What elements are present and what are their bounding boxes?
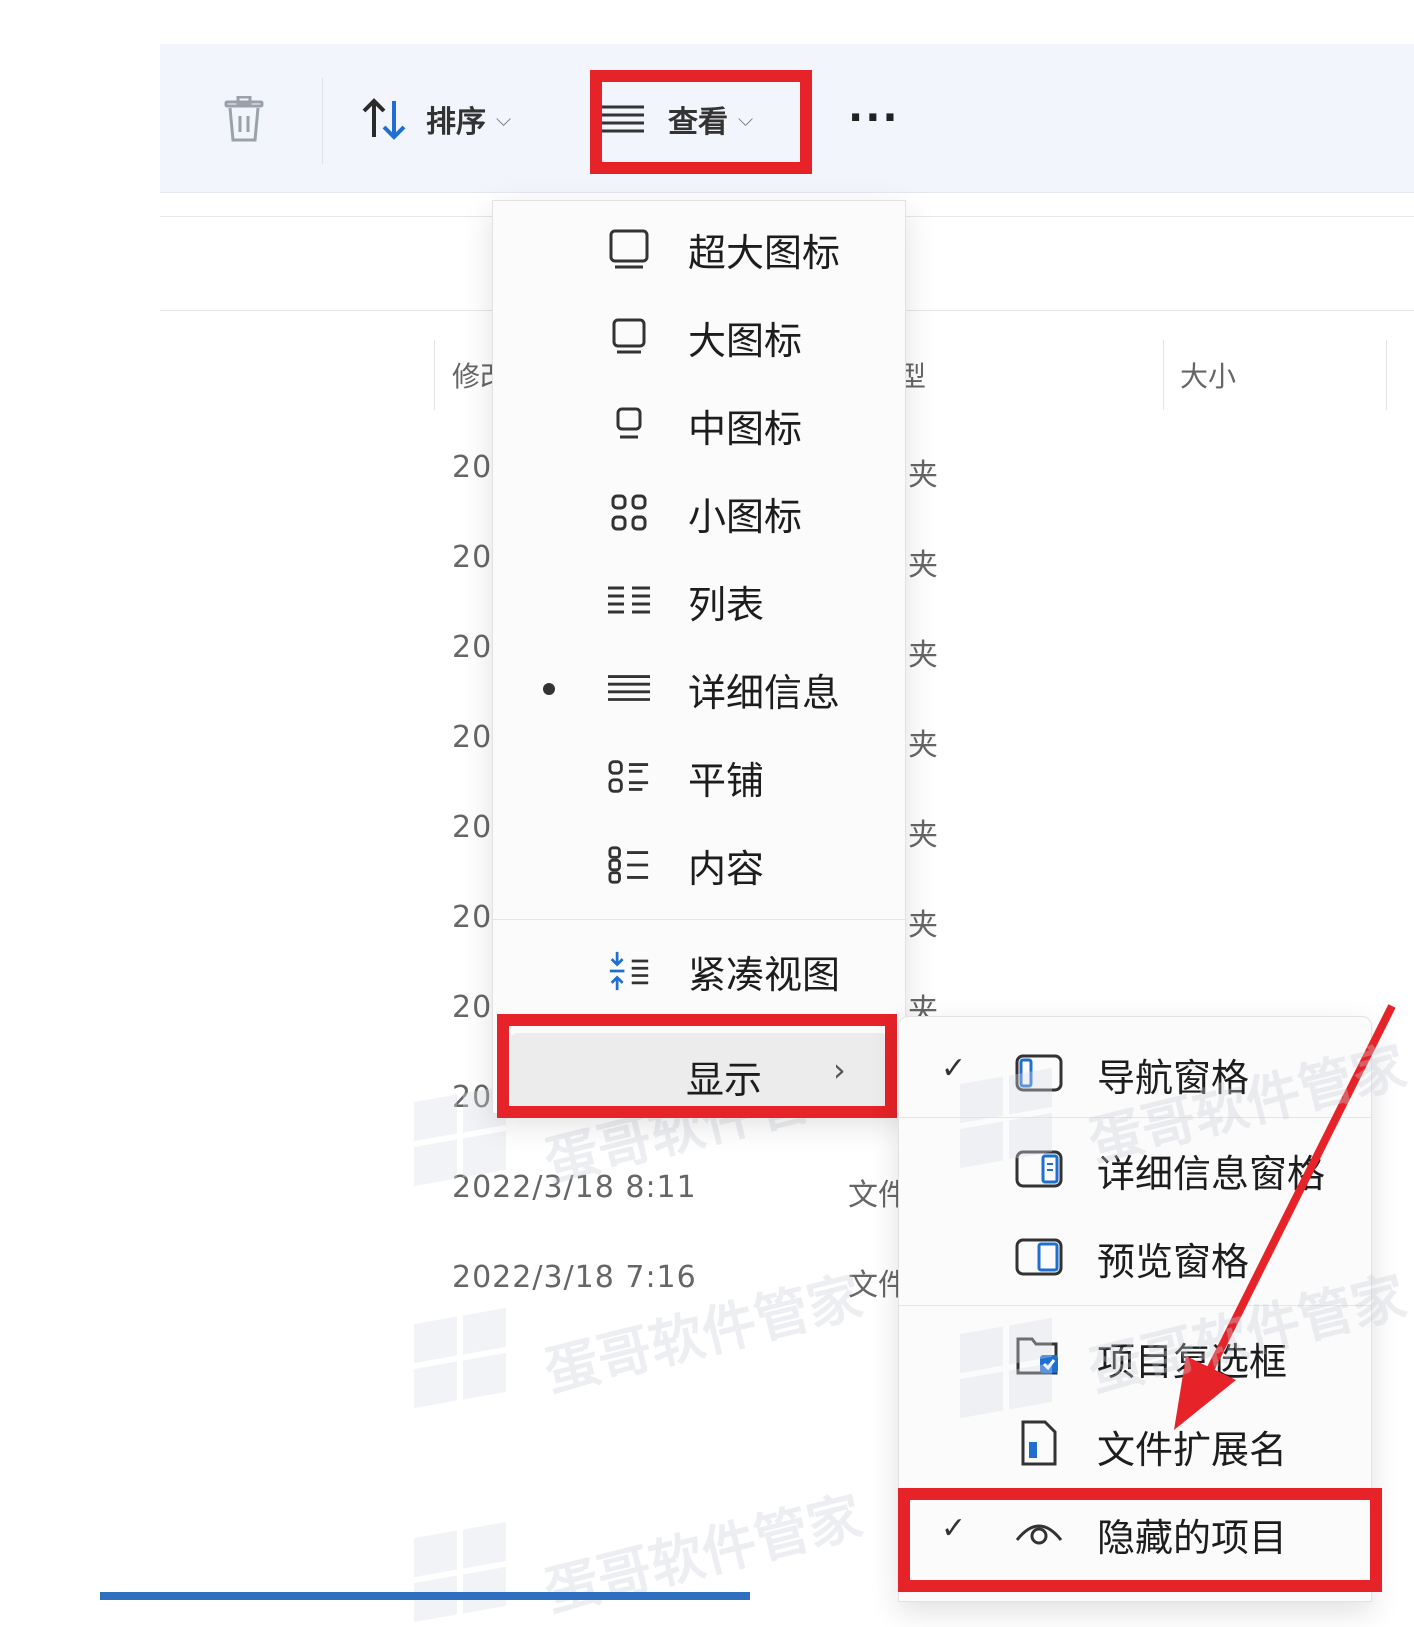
sort-button[interactable]: 排序 ⌵ [360, 94, 511, 144]
menu-item-extra-large-icons[interactable]: 超大图标 [493, 205, 905, 293]
content-icon [608, 844, 650, 886]
menu-item-medium-icons[interactable]: 中图标 [493, 381, 905, 469]
show-item-highlight [497, 1014, 897, 1118]
menu-separator [493, 919, 905, 920]
row-date: 20 [452, 1080, 493, 1115]
menu-item-large-icons[interactable]: 大图标 [493, 293, 905, 381]
row-type: 夹 [908, 548, 938, 583]
menu-item-label: 列表 [688, 582, 765, 627]
watermark-logo [414, 1307, 506, 1409]
selected-dot-icon [543, 683, 555, 695]
column-divider[interactable] [434, 340, 435, 410]
row-date: 20 [452, 720, 493, 755]
chevron-down-icon: ⌵ [496, 107, 512, 131]
menu-item-label: 中图标 [688, 406, 803, 451]
view-menu: 超大图标 大图标 中图标 小图标 列表 详细信息 平铺 内容 紧凑视图 显示 › [492, 200, 906, 1114]
watermark-text: 蛋哥软件管家 [538, 1484, 869, 1625]
row-date: 20 [452, 900, 493, 935]
check-icon: ✓ [941, 1051, 967, 1086]
details-icon [608, 668, 650, 710]
medium-icons-icon [608, 404, 650, 446]
row-type: 夹 [908, 728, 938, 763]
row-type: 夹 [908, 818, 938, 853]
menu-item-content[interactable]: 内容 [493, 821, 905, 909]
row-date: 20 [452, 990, 493, 1025]
menu-item-details[interactable]: 详细信息 [493, 645, 905, 733]
extra-large-icons-icon [608, 228, 650, 270]
sort-label: 排序 [426, 105, 486, 140]
menu-item-label: 超大图标 [688, 230, 841, 275]
sort-arrows-icon [362, 98, 406, 140]
large-icons-icon [608, 316, 650, 358]
row-date: 2022/3/18 7:16 [452, 1260, 697, 1295]
row-date: 20 [452, 810, 493, 845]
preview-pane-icon [1015, 1233, 1063, 1281]
compact-view-icon [608, 950, 650, 992]
menu-item-label: 详细信息 [688, 670, 841, 715]
toolbar-divider [322, 78, 323, 164]
more-options-button[interactable]: ··· [848, 90, 900, 146]
row-date: 20 [452, 450, 493, 485]
column-divider[interactable] [1163, 340, 1164, 410]
menu-item-compact-view[interactable]: 紧凑视图 [493, 927, 905, 1015]
column-divider[interactable] [1386, 340, 1387, 410]
menu-item-label: 内容 [688, 846, 765, 891]
navigation-pane-icon [1015, 1049, 1063, 1097]
details-pane-icon [1015, 1145, 1063, 1193]
row-type: 夹 [908, 908, 938, 943]
menu-item-list[interactable]: 列表 [493, 557, 905, 645]
menu-item-tiles[interactable]: 平铺 [493, 733, 905, 821]
menu-item-label: 大图标 [688, 318, 803, 363]
row-type: 夹 [908, 638, 938, 673]
menu-item-label: 平铺 [688, 758, 765, 803]
column-header-size[interactable]: 大小 [1180, 355, 1236, 395]
file-extension-icon [1015, 1419, 1063, 1467]
menu-item-label: 小图标 [688, 494, 803, 539]
watermark-logo [414, 1521, 506, 1623]
delete-button[interactable] [222, 96, 266, 142]
view-button-highlight [590, 70, 812, 174]
row-date: 20 [452, 540, 493, 575]
checkbox-folder-icon [1015, 1331, 1063, 1379]
taskbar-edge [100, 1592, 750, 1600]
small-icons-icon [608, 492, 650, 534]
row-date: 2022/3/18 8:11 [452, 1170, 697, 1205]
annotation-arrow-icon [1174, 1004, 1396, 1430]
hidden-items-highlight [898, 1488, 1382, 1592]
menu-item-small-icons[interactable]: 小图标 [493, 469, 905, 557]
trash-icon [224, 96, 264, 142]
menu-item-label: 紧凑视图 [688, 952, 841, 997]
tiles-icon [608, 756, 650, 798]
list-icon [608, 580, 650, 622]
row-type: 夹 [908, 458, 938, 493]
row-date: 20 [452, 630, 493, 665]
more-icon: ··· [848, 95, 900, 141]
